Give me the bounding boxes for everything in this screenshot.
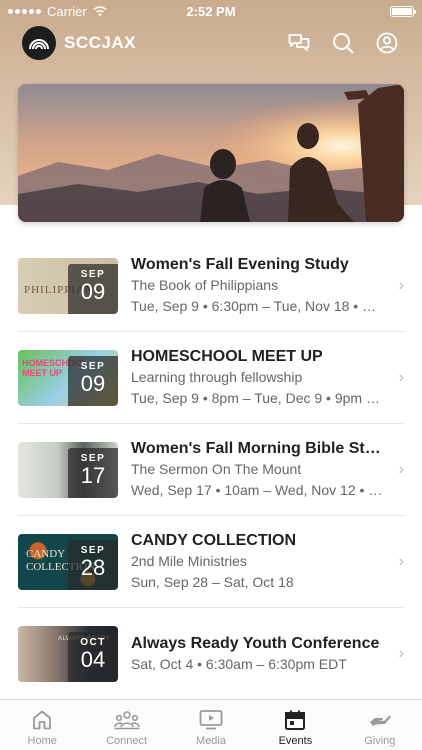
date-month: SEP (80, 268, 106, 280)
date-badge: SEP 09 (68, 263, 118, 314)
tab-events[interactable]: Events (253, 700, 337, 750)
thumbnail-caption: HOMESCHOOL MEET UP (22, 357, 88, 378)
chevron-right-icon: › (398, 276, 404, 294)
search-icon (333, 33, 354, 54)
date-month: SEP (80, 360, 106, 372)
tab-label: Media (196, 735, 226, 747)
event-subtitle: The Book of Philippians (131, 276, 279, 293)
connect-group-icon (113, 711, 140, 730)
tab-connect[interactable]: Connect (84, 700, 168, 750)
chevron-right-icon: › (398, 368, 404, 386)
home-icon (33, 710, 52, 730)
user-circle-icon (376, 32, 398, 54)
date-day: 17 (80, 462, 106, 488)
signal-icon (8, 8, 41, 14)
date-badge: SEP 28 (68, 539, 118, 590)
wifi-icon (93, 6, 107, 16)
status-time: 2:52 PM (186, 3, 236, 19)
app-bar: SCCJAX (22, 26, 400, 60)
chevron-right-icon: › (398, 645, 404, 662)
event-subtitle: 2nd Mile Ministries (131, 552, 247, 569)
event-list-item[interactable]: PHILIPPIANS SEP 09 Women's Fall Evening … (18, 240, 404, 332)
event-subtitle: The Sermon On The Mount (131, 460, 302, 477)
tab-media[interactable]: Media (169, 700, 253, 750)
event-thumbnail: SEP 17 (18, 441, 118, 498)
media-play-icon (199, 710, 223, 730)
profile-button[interactable] (374, 30, 400, 56)
battery-icon (390, 5, 416, 17)
chevron-right-icon: › (398, 552, 404, 570)
event-title: CANDY COLLECTION (131, 531, 297, 549)
tab-home[interactable]: Home (0, 700, 84, 750)
event-title: Always Ready Youth Conference (131, 634, 380, 652)
date-month: SEP (80, 544, 106, 556)
search-button[interactable] (330, 30, 356, 56)
chevron-right-icon: › (398, 460, 404, 478)
app-logo[interactable] (22, 26, 56, 60)
event-title: HOMESCHOOL MEET UP (131, 347, 323, 365)
event-dates: Sat, Oct 4 • 6:30am – 6:30pm EDT (131, 655, 347, 672)
giving-hand-icon (369, 715, 391, 726)
event-thumbnail: CANDY COLLECTION SEP 28 (18, 533, 118, 590)
event-list-item[interactable]: SEP 17 Women's Fall Morning Bible Study … (18, 424, 404, 516)
calendar-icon (285, 710, 306, 730)
date-day: 04 (80, 647, 106, 672)
app-name: SCCJAX (64, 33, 136, 52)
tab-bar: Home Connect Media Events Giving (0, 699, 422, 750)
date-badge: SEP 09 (68, 355, 118, 406)
date-badge: SEP 17 (68, 447, 118, 498)
date-day: 09 (80, 278, 106, 304)
status-bar: Carrier 2:52 PM (0, 0, 422, 22)
tab-label: Giving (364, 735, 396, 747)
event-list-item[interactable]: HOMESCHOOL MEET UP SEP 09 HOMESCHOOL MEE… (18, 332, 404, 424)
date-month: SEP (80, 452, 106, 464)
date-day: 28 (80, 554, 106, 580)
hero-image (18, 84, 404, 222)
event-subtitle: Learning through fellowship (131, 368, 303, 385)
event-thumbnail: ALWAYS READY OCT 04 (18, 626, 118, 682)
tab-label: Home (27, 735, 57, 747)
event-dates: Tue, Sep 9 • 8pm – Tue, Dec 9 • 9pm EST (131, 389, 383, 406)
date-badge: OCT 04 (68, 632, 118, 682)
tab-label: Connect (106, 735, 148, 747)
thumbnail-caption: CANDY COLLECTION (26, 547, 96, 573)
event-title: Women's Fall Morning Bible Study (131, 439, 383, 457)
church-logo-icon (29, 39, 49, 50)
hero-banner[interactable] (18, 84, 404, 222)
event-list-item[interactable]: ALWAYS READY OCT 04 Always Ready Youth C… (18, 608, 404, 700)
event-thumbnail: HOMESCHOOL MEET UP SEP 09 (18, 349, 118, 406)
date-day: 09 (80, 370, 106, 396)
carrier-label: Carrier (47, 3, 87, 19)
chat-icon (288, 34, 310, 51)
event-dates: Sun, Sep 28 – Sat, Oct 18 (131, 573, 294, 590)
event-list-item[interactable]: CANDY COLLECTION SEP 28 CANDY COLLECTION… (18, 516, 404, 608)
event-dates: Tue, Sep 9 • 6:30pm – Tue, Nov 18 • 8:00… (131, 297, 383, 314)
messages-button[interactable] (286, 30, 312, 56)
event-title: Women's Fall Evening Study (131, 255, 349, 273)
event-thumbnail: PHILIPPIANS SEP 09 (18, 257, 118, 314)
tab-giving[interactable]: Giving (338, 700, 422, 750)
tab-label: Events (278, 735, 313, 747)
event-dates: Wed, Sep 17 • 10am – Wed, Nov 12 • 11:30… (131, 481, 383, 498)
